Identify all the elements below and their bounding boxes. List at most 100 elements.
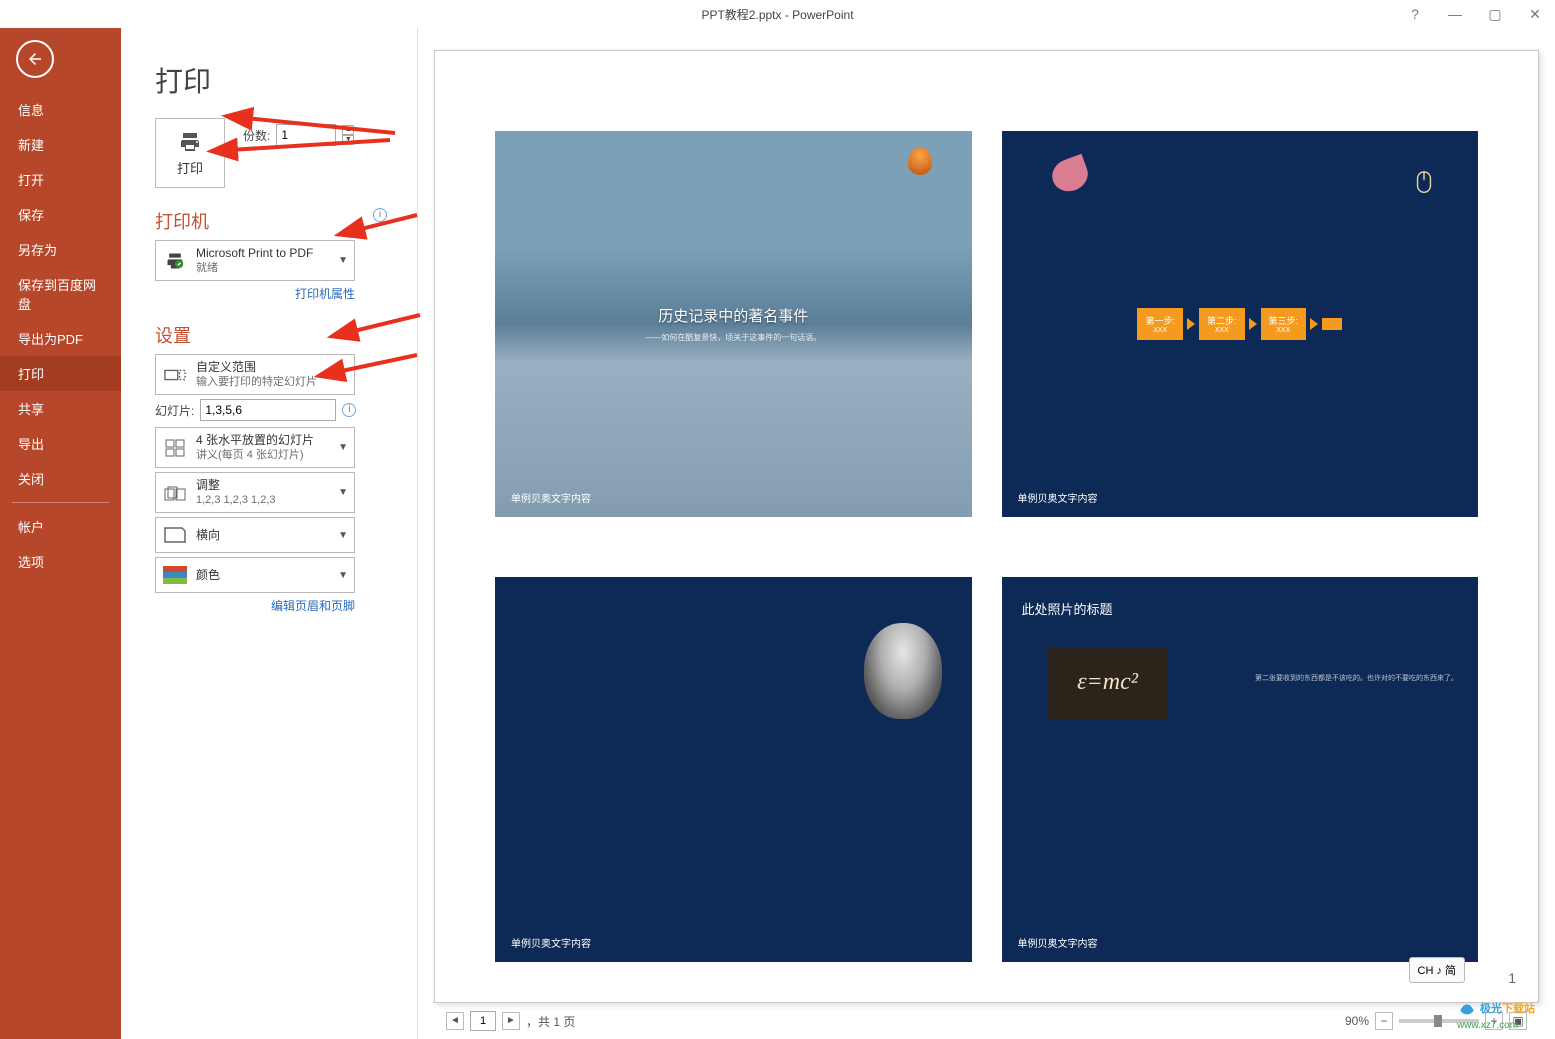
print-button[interactable]: 打印: [155, 118, 225, 188]
range-title: 自定义范围: [196, 359, 330, 375]
zoom-value: 90%: [1345, 1014, 1369, 1028]
help-button[interactable]: ?: [1395, 0, 1435, 28]
nav-export[interactable]: 导出: [0, 426, 121, 461]
minimize-button[interactable]: —: [1435, 0, 1475, 28]
orientation-label: 横向: [196, 527, 330, 543]
color-selector[interactable]: 颜色 ▼: [155, 557, 355, 593]
petal-shape: [1047, 154, 1092, 196]
page-input[interactable]: [470, 1011, 496, 1031]
handout-4-icon: [162, 435, 188, 461]
color-label: 颜色: [196, 567, 330, 583]
nav-baidu[interactable]: 保存到百度网盘: [0, 267, 121, 321]
nav-print[interactable]: 打印: [0, 356, 121, 391]
sheet-page-number: 1: [1508, 970, 1516, 986]
color-swatch-icon: [162, 562, 188, 588]
backstage-sidebar: 信息 新建 打开 保存 另存为 保存到百度网盘 导出为PDF 打印 共享 导出 …: [0, 28, 121, 1039]
slides-input[interactable]: [200, 399, 336, 421]
collate-subtitle: 1,2,3 1,2,3 1,2,3: [196, 493, 330, 508]
nav-close[interactable]: 关闭: [0, 461, 121, 496]
print-settings-panel: 打印 打印 份数: ▲ ▼ 打印机i: [121, 28, 417, 1039]
print-preview: 历史记录中的著名事件 ——如何在酷复景快，顷关于这事件的一句话语。 单例贝奥文字…: [417, 28, 1555, 1039]
slides-range-icon: [162, 362, 188, 388]
nav-new[interactable]: 新建: [0, 127, 121, 162]
slide4-sidetext: 第二张要收到的东西都是不该吃的。也许对的不要吃的东西来了。: [1255, 673, 1458, 683]
collate-selector[interactable]: 调整1,2,3 1,2,3 1,2,3 ▼: [155, 472, 355, 513]
print-button-label: 打印: [177, 158, 203, 177]
settings-heading: 设置: [155, 322, 387, 348]
preview-slide-2: 第一步:XXX 第二步:XXX 第三步:XXX 单例贝奥文字内容: [1002, 131, 1479, 517]
back-button[interactable]: [16, 40, 54, 78]
step-2: 第二步:XXX: [1199, 308, 1245, 340]
range-subtitle: 输入要打印的特定幻灯片: [196, 375, 330, 390]
slide1-title: 历史记录中的著名事件: [645, 305, 821, 326]
nav-options[interactable]: 选项: [0, 544, 121, 579]
printer-name: Microsoft Print to PDF: [196, 245, 330, 261]
handout-layout-selector[interactable]: 4 张水平放置的幻灯片讲义(每页 4 张幻灯片) ▼: [155, 427, 355, 468]
preview-sheet: 历史记录中的著名事件 ——如何在酷复景快，顷关于这事件的一句话语。 单例贝奥文字…: [434, 50, 1539, 1003]
info-icon[interactable]: i: [373, 208, 387, 222]
preview-slide-1: 历史记录中的著名事件 ——如何在酷复景快，顷关于这事件的一句话语。 单例贝奥文字…: [495, 131, 972, 517]
nav-save[interactable]: 保存: [0, 197, 121, 232]
slide1-subtitle: ——如何在酷复景快，顷关于这事件的一句话语。: [645, 332, 821, 343]
page-total: ，共 1 页: [526, 1013, 575, 1030]
badge-icon: [908, 147, 932, 175]
layout-subtitle: 讲义(每页 4 张幻灯片): [196, 448, 330, 463]
mouse-icon: [1414, 171, 1434, 195]
chevron-down-icon: ▼: [338, 255, 348, 266]
nav-account[interactable]: 帐户: [0, 509, 121, 544]
window-title: PPT教程2.pptx - PowerPoint: [701, 6, 853, 23]
printer-selector[interactable]: Microsoft Print to PDF就绪 ▼: [155, 240, 355, 281]
chevron-down-icon: ▼: [338, 530, 348, 541]
edit-header-footer-link[interactable]: 编辑页眉和页脚: [155, 597, 355, 614]
next-page-button[interactable]: ►: [502, 1012, 520, 1030]
printer-properties-link[interactable]: 打印机属性: [155, 285, 355, 302]
step-4: [1322, 318, 1342, 330]
zoom-out-button[interactable]: −: [1375, 1012, 1393, 1030]
copies-input[interactable]: [276, 124, 336, 146]
chevron-down-icon: ▼: [338, 442, 348, 453]
maximize-button[interactable]: ▢: [1475, 0, 1515, 28]
nav-saveas[interactable]: 另存为: [0, 232, 121, 267]
chevron-down-icon: ▼: [338, 487, 348, 498]
printer-status: 就绪: [196, 261, 330, 276]
slide-caption: 单例贝奥文字内容: [511, 490, 591, 505]
close-button[interactable]: ✕: [1515, 0, 1555, 28]
orientation-selector[interactable]: 横向 ▼: [155, 517, 355, 553]
ime-indicator[interactable]: CH ♪ 简: [1409, 957, 1466, 983]
nav-info[interactable]: 信息: [0, 92, 121, 127]
collate-title: 调整: [196, 477, 330, 493]
slide-caption: 单例贝奥文字内容: [1018, 490, 1098, 505]
printer-ready-icon: [162, 248, 188, 274]
step-3: 第三步:XXX: [1261, 308, 1307, 340]
portrait-image: [864, 623, 942, 719]
printer-icon: [176, 130, 204, 154]
logo-icon: [1457, 999, 1477, 1019]
slide-caption: 单例贝奥文字内容: [511, 935, 591, 950]
arrow-left-icon: [26, 50, 44, 68]
equation-image: ε=mc²: [1048, 647, 1168, 719]
slide4-title: 此处照片的标题: [1022, 599, 1113, 618]
nav-open[interactable]: 打开: [0, 162, 121, 197]
info-icon[interactable]: i: [342, 403, 356, 417]
nav-exportpdf[interactable]: 导出为PDF: [0, 321, 121, 356]
watermark: 极光下载站 www.xz7.com: [1457, 999, 1535, 1031]
copies-down[interactable]: ▼: [342, 135, 354, 145]
slide-caption: 单例贝奥文字内容: [1018, 935, 1098, 950]
collate-icon: [162, 480, 188, 506]
nav-share[interactable]: 共享: [0, 391, 121, 426]
chevron-down-icon: ▼: [338, 369, 348, 380]
printer-heading: 打印机i: [155, 208, 387, 234]
print-range-selector[interactable]: 自定义范围输入要打印的特定幻灯片 ▼: [155, 354, 355, 395]
chevron-down-icon: ▼: [338, 570, 348, 581]
preview-slide-4: 此处照片的标题 ε=mc² 第二张要收到的东西都是不该吃的。也许对的不要吃的东西…: [1002, 577, 1479, 963]
step-1: 第一步:XXX: [1137, 308, 1183, 340]
layout-title: 4 张水平放置的幻灯片: [196, 432, 330, 448]
preview-slide-3: 单例贝奥文字内容: [495, 577, 972, 963]
page-title: 打印: [155, 60, 387, 100]
prev-page-button[interactable]: ◄: [446, 1012, 464, 1030]
slides-label: 幻灯片:: [155, 402, 194, 419]
copies-up[interactable]: ▲: [342, 125, 354, 135]
preview-footer: ◄ ► ，共 1 页 90% − + ▣: [434, 1003, 1539, 1039]
landscape-icon: [162, 522, 188, 548]
copies-label: 份数:: [243, 127, 270, 144]
